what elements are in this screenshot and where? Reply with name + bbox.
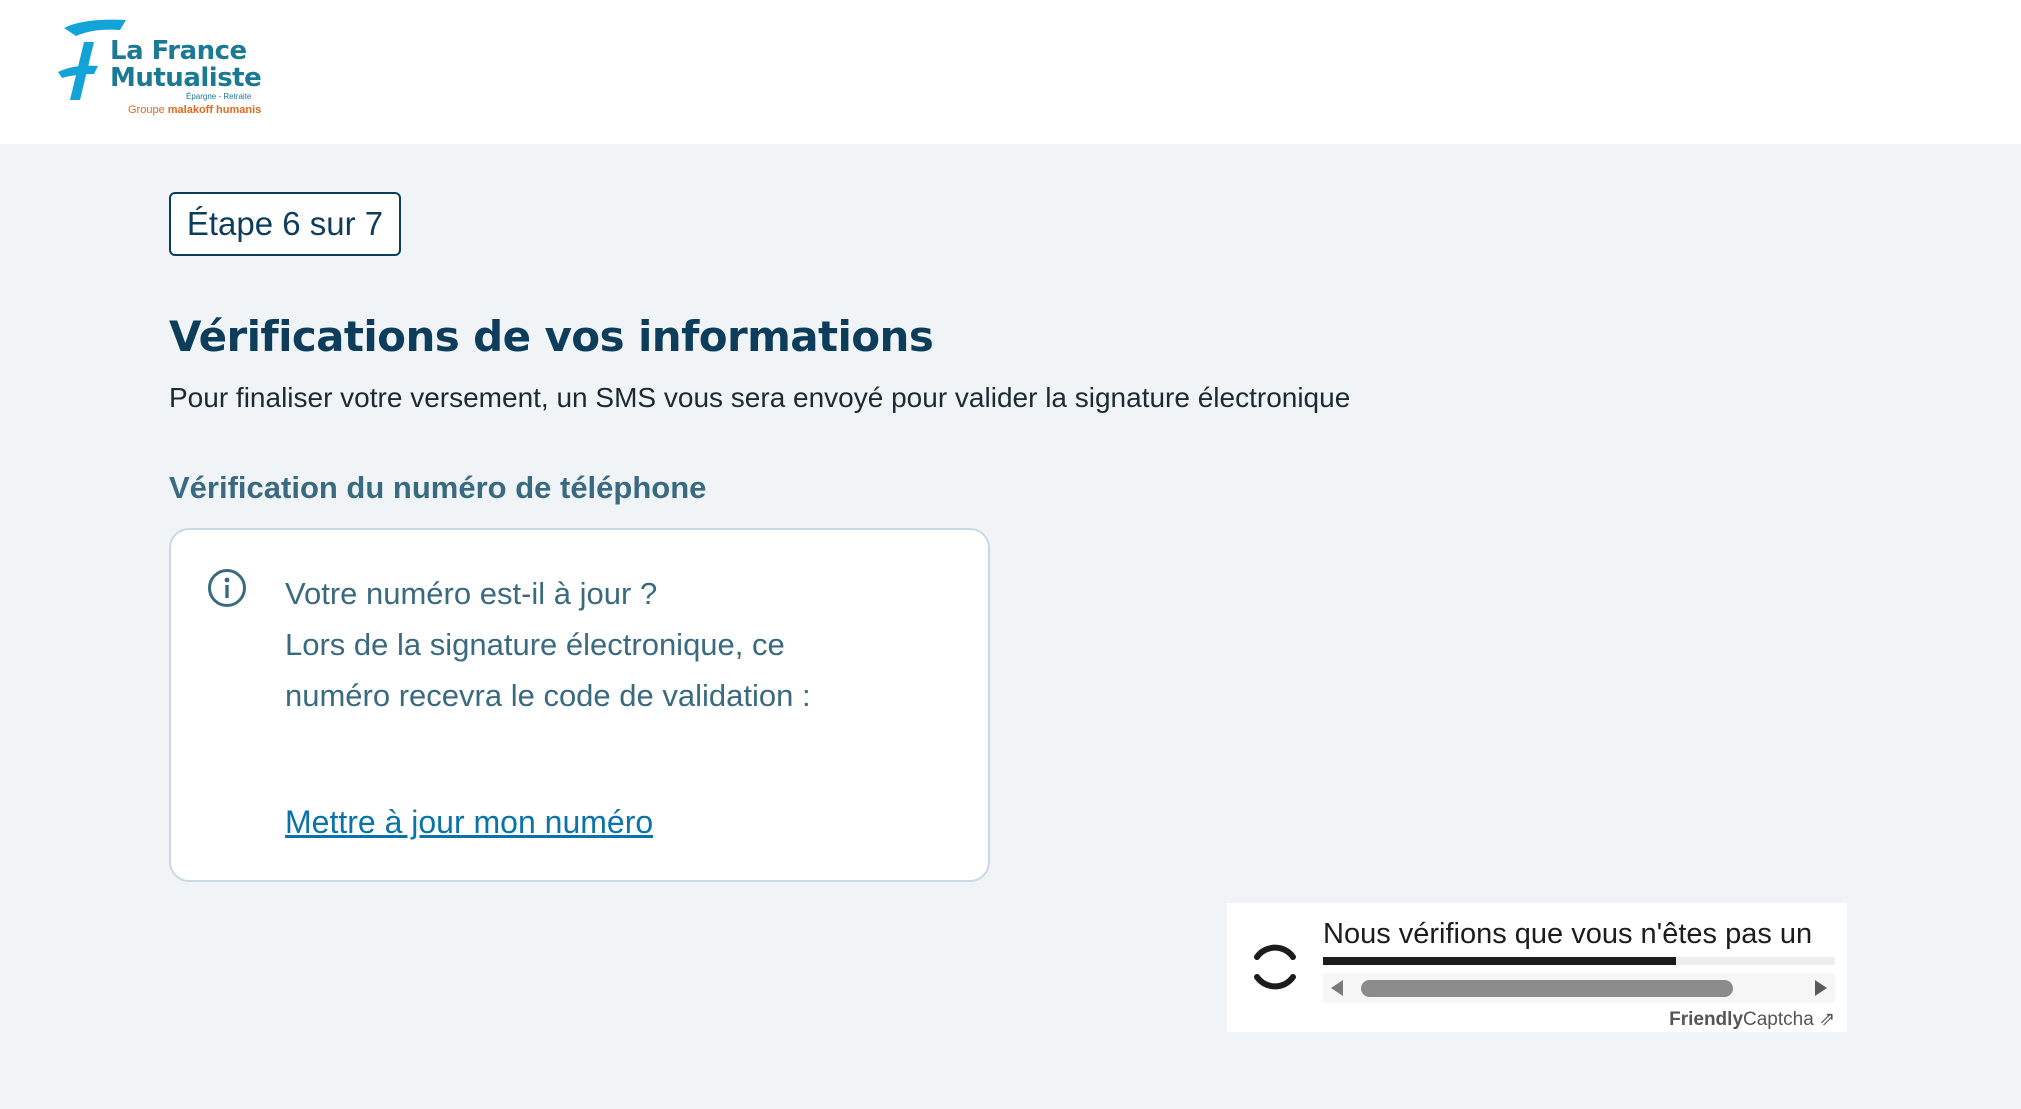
logo-group-prefix: Groupe	[128, 104, 168, 116]
section-title-phone-verification: Vérification du numéro de téléphone	[169, 470, 707, 505]
site-header: La France Mutualiste Épargne - Retraite …	[0, 0, 2021, 144]
step-indicator: Étape 6 sur 7	[169, 192, 401, 256]
logo-line-2: Mutualiste	[110, 63, 262, 93]
captcha-horizontal-scrollbar[interactable]	[1323, 973, 1835, 1003]
info-line-3: numéro recevra le code de validation :	[285, 678, 811, 713]
scroll-right-arrow-icon[interactable]	[1815, 980, 1827, 996]
captcha-status-text: Nous vérifions que vous n'êtes pas un	[1323, 918, 1813, 950]
friendly-captcha-link[interactable]: FriendlyCaptcha ⇗	[1669, 1008, 1835, 1031]
logo-line-1: La France	[110, 36, 247, 66]
captcha-progress-bar	[1323, 957, 1835, 965]
update-phone-number-link[interactable]: Mettre à jour mon numéro	[285, 804, 653, 841]
la-france-mutualiste-logo[interactable]: La France Mutualiste Épargne - Retraite …	[54, 16, 294, 126]
page-description: Pour finaliser votre versement, un SMS v…	[169, 382, 1351, 413]
scroll-left-arrow-icon[interactable]	[1331, 980, 1343, 996]
logo-group-name: malakoff humanis	[167, 104, 262, 116]
friendly-captcha-widget: Nous vérifions que vous n'êtes pas un Fr…	[1227, 903, 1847, 1032]
logo-tagline: Épargne - Retraite	[186, 92, 252, 101]
captcha-progress-fill	[1323, 957, 1677, 965]
loading-spinner-icon	[1254, 944, 1296, 990]
captcha-brand-rest: Captcha	[1743, 1009, 1814, 1030]
info-line-2: Lors de la signature électronique, ce	[285, 627, 785, 662]
captcha-brand-bold: Friendly	[1669, 1009, 1744, 1030]
external-link-icon: ⇗	[1819, 1009, 1835, 1030]
phone-info-card: Votre numéro est-il à jour ? Lors de la …	[169, 528, 990, 882]
scrollbar-thumb[interactable]	[1361, 980, 1733, 997]
info-line-1: Votre numéro est-il à jour ?	[285, 576, 658, 611]
info-icon	[208, 569, 246, 607]
logo-group: Groupe malakoff humanis	[128, 104, 261, 116]
info-message: Votre numéro est-il à jour ? Lors de la …	[285, 568, 811, 721]
page-title: Vérifications de vos informations	[169, 312, 934, 361]
